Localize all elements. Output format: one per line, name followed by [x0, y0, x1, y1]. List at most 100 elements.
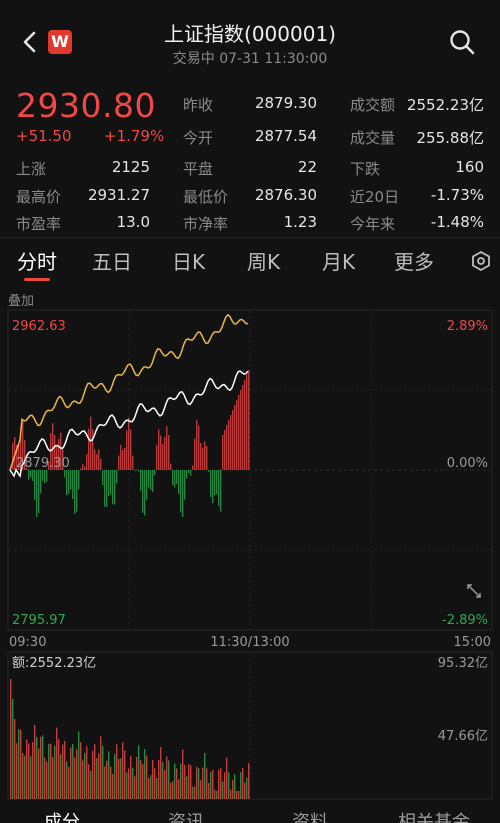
volume-bars [10, 679, 250, 799]
indicator-bar [118, 455, 120, 470]
indicator-bar [158, 429, 160, 470]
volume-bar [158, 760, 160, 799]
volume-bar [38, 748, 40, 799]
indicator-bar [154, 470, 156, 476]
volume-bar [94, 744, 96, 799]
volume-bar [52, 757, 54, 799]
volume-bar [178, 779, 180, 799]
volume-bar [120, 758, 122, 799]
volume-bar [128, 768, 130, 799]
volume-bar [24, 755, 26, 799]
volume-bar [238, 791, 240, 799]
indicator-bar [210, 470, 212, 498]
indicator-bar [72, 470, 74, 500]
indicator-bar [88, 428, 90, 470]
indicator-bar [98, 449, 100, 470]
volume-bar [228, 772, 230, 799]
volume-bar [72, 744, 74, 799]
indicator-bar [172, 470, 174, 486]
indicator-bar [112, 470, 114, 505]
volume-bar [210, 772, 212, 799]
indicator-bar [130, 429, 132, 470]
indicator-bar [82, 464, 84, 470]
indicator-bar [236, 400, 238, 470]
indicator-bar [66, 470, 68, 496]
volume-bar [234, 774, 236, 799]
indicator-bar [152, 470, 154, 492]
indicator-bar [74, 470, 76, 514]
volume-bar [236, 791, 238, 799]
volume-bar [196, 766, 198, 799]
tab-constituents[interactable]: 成分 [44, 808, 80, 823]
x-label-open: 09:30 [9, 635, 46, 650]
indicator-bar [40, 470, 42, 494]
volume-bar [156, 778, 158, 799]
volume-bar [216, 790, 218, 799]
indicator-bar [86, 453, 88, 470]
indicator-bar [132, 455, 134, 470]
volume-bar [176, 768, 178, 799]
volume-bar [82, 760, 84, 799]
volume-bar [76, 749, 78, 799]
tab-news[interactable]: 资讯 [168, 808, 204, 823]
indicator-bar [96, 454, 98, 470]
indicator-bar [168, 435, 170, 470]
volume-bar [54, 745, 56, 799]
indicator-bar [192, 465, 194, 470]
indicator-bar [178, 470, 180, 494]
indicator-bar [94, 449, 96, 470]
volume-bar [46, 761, 48, 799]
volume-bar [88, 764, 90, 799]
volume-bar [140, 760, 142, 799]
indicator-bar [212, 470, 214, 504]
pct-top-label: 2.89% [447, 319, 488, 334]
volume-bar [200, 780, 202, 799]
volume-bar [204, 753, 206, 799]
volume-bar [40, 736, 42, 799]
indicator-bar [202, 447, 204, 470]
indicator-bar [246, 375, 248, 470]
pct-mid-label: 0.00% [447, 456, 488, 471]
volume-bar [202, 767, 204, 799]
volume-bar [148, 777, 150, 799]
indicator-bar [198, 425, 200, 470]
indicator-bar [242, 385, 244, 470]
indicator-bar [30, 470, 32, 478]
indicator-bar [126, 430, 128, 470]
volume-bar [42, 735, 44, 799]
tab-related-funds[interactable]: 相关基金 [398, 808, 470, 823]
indicator-bar [38, 470, 40, 513]
indicator-bar [224, 430, 226, 470]
volume-bar [62, 744, 64, 799]
volume-bar [64, 740, 66, 799]
volume-bar [14, 719, 16, 799]
volume-bar [36, 736, 38, 799]
indicator-bar [90, 416, 92, 470]
indicator-bar [136, 469, 138, 470]
volume-bar [132, 767, 134, 799]
indicator-bar [222, 435, 224, 470]
indicator-bar [148, 470, 150, 488]
indicator-bar [170, 463, 172, 470]
volume-bar [182, 749, 184, 799]
indicator-bar [162, 444, 164, 470]
volume-bar [90, 771, 92, 799]
volume-bar [122, 742, 124, 799]
tab-profile[interactable]: 资料 [292, 808, 328, 823]
indicator-bar [234, 405, 236, 470]
pct-bottom-label: -2.89% [442, 613, 488, 628]
volume-bar [96, 758, 98, 799]
indicator-bar [78, 470, 80, 490]
volume-bar [20, 730, 22, 799]
indicator-bar [110, 470, 112, 495]
volume-bar [146, 755, 148, 799]
volume-bar [34, 724, 36, 799]
volume-bar [10, 679, 12, 799]
indicator-bar [76, 470, 78, 512]
indicator-bar [42, 470, 44, 481]
indicator-bar [34, 470, 36, 500]
volume-bar [180, 763, 182, 799]
volume-bar [186, 776, 188, 799]
expand-icon[interactable] [465, 582, 483, 600]
indicator-bar [182, 470, 184, 517]
